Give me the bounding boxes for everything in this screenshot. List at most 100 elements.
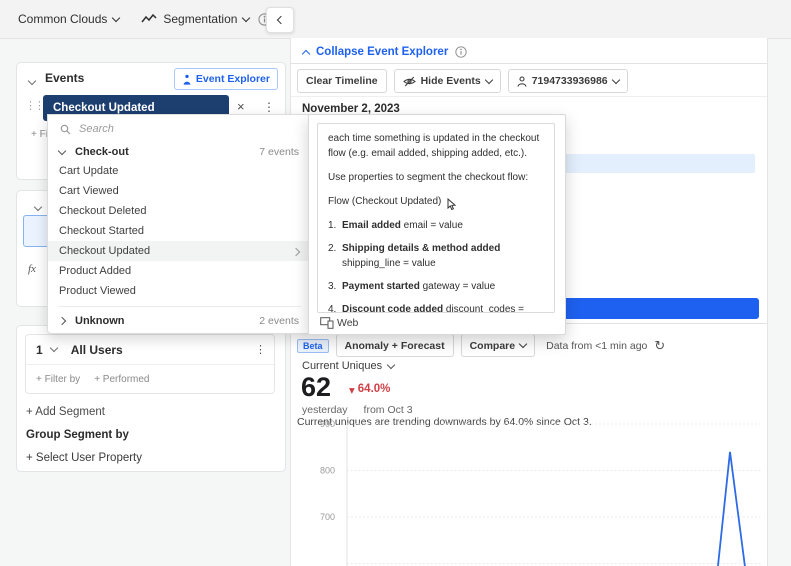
clear-timeline-button[interactable]: Clear Timeline <box>297 69 387 93</box>
svg-text:700: 700 <box>320 512 335 522</box>
chevron-down-icon <box>242 13 251 22</box>
down-triangle-icon: ▾ <box>349 385 355 397</box>
cursor-pointer-icon <box>446 198 457 211</box>
hide-events-button[interactable]: Hide Events <box>393 69 501 93</box>
metric-period-row: yesterday from Oct 3 <box>302 404 413 416</box>
dropdown-item[interactable]: Checkout Started <box>48 221 311 241</box>
uniques-chart[interactable]: 900 800 700 <box>291 420 767 566</box>
segment-header-row: 1 All Users ⋮ <box>26 335 274 365</box>
dropdown-item[interactable]: Checkout Deleted <box>48 201 311 221</box>
app-window: Common Clouds Segmentation Events Event … <box>0 0 791 566</box>
toolbar-divider <box>291 96 767 97</box>
project-name: Common Clouds <box>18 12 108 26</box>
flow-step: 2. Shipping details & method added shipp… <box>328 243 501 269</box>
value-period: yesterday <box>302 404 348 416</box>
platform-label: Web <box>337 317 359 329</box>
chevron-right-icon <box>57 316 67 326</box>
line-chart-icon <box>141 14 157 24</box>
view-switcher[interactable]: Segmentation <box>141 12 251 26</box>
collapse-sidebar-button[interactable] <box>266 7 294 33</box>
dropdown-item[interactable]: Cart Update <box>48 161 311 181</box>
svg-text:800: 800 <box>320 466 335 476</box>
platform-row: Web <box>320 317 358 329</box>
metric-label: Current Uniques <box>302 360 383 372</box>
dropdown-item-active[interactable]: Checkout Updated <box>48 241 311 261</box>
search-placeholder: Search <box>79 123 114 135</box>
metric-selector[interactable]: Current Uniques <box>302 360 396 372</box>
flow-step: 4. Discount code added discount_codes = … <box>328 304 525 313</box>
segment-kebab-menu[interactable]: ⋮ <box>255 343 266 356</box>
collapse-explorer-row: Collapse Event Explorer <box>301 46 467 58</box>
data-freshness-label: Data from <1 min ago <box>546 339 648 352</box>
metric-value: 62 <box>301 372 332 402</box>
description-paragraph: Use properties to segment the checkout f… <box>328 172 529 183</box>
beta-badge: Beta <box>297 338 329 353</box>
description-paragraph: Flow (Checkout Updated) <box>328 194 544 211</box>
timeline-toolbar: Clear Timeline Hide Events 7194733936986 <box>297 69 628 93</box>
dropdown-search[interactable]: Search <box>48 115 311 143</box>
refresh-icon[interactable]: ↻ <box>654 338 665 354</box>
chevron-down-icon <box>518 339 528 349</box>
dropdown-item[interactable]: Product Viewed <box>48 281 311 301</box>
top-bar: Common Clouds Segmentation <box>0 0 791 39</box>
explorer-person-icon <box>182 74 192 85</box>
chevron-down-icon <box>386 360 396 369</box>
event-select-dropdown: Search Check-out 7 events Cart Update Ca… <box>47 114 312 334</box>
svg-text:900: 900 <box>320 420 335 429</box>
collapse-explorer-link[interactable]: Collapse Event Explorer <box>316 46 448 58</box>
dropdown-item[interactable]: Product Added <box>48 261 311 281</box>
info-icon[interactable] <box>455 46 467 58</box>
web-devices-icon <box>320 317 334 329</box>
event-description-box: each time something is updated in the ch… <box>317 123 555 313</box>
view-name: Segmentation <box>163 12 238 26</box>
events-title: Events <box>45 71 85 85</box>
chevron-down-icon[interactable] <box>49 343 58 353</box>
segment-filter-by-link[interactable]: + Filter by <box>36 374 80 385</box>
chevron-down-icon <box>484 75 493 84</box>
unknown-label: Unknown <box>75 315 125 327</box>
collapse-events-icon[interactable] <box>27 75 37 87</box>
chevron-down-icon <box>57 146 67 155</box>
dropdown-divider <box>58 306 301 307</box>
segment-box: 1 All Users ⋮ + Filter by + Performed <box>25 334 275 394</box>
collapse-measured-icon[interactable] <box>33 201 43 213</box>
user-id-button[interactable]: 7194733936986 <box>507 69 628 93</box>
description-paragraph: each time something is updated in the ch… <box>328 133 540 159</box>
search-icon <box>60 124 71 135</box>
remove-event-button[interactable]: × <box>237 99 245 114</box>
anomaly-forecast-button[interactable]: Anomaly + Forecast <box>335 334 454 357</box>
flow-step: 3. Payment started gateway = value <box>328 281 496 292</box>
event-kebab-menu[interactable]: ⋮ <box>263 100 275 114</box>
flow-step: 1. Email added email = value <box>328 220 463 231</box>
event-description-tooltip: each time something is updated in the ch… <box>308 114 566 335</box>
chevron-up-icon <box>301 49 311 58</box>
segment-performed-link[interactable]: + Performed <box>94 374 149 385</box>
select-user-property-link[interactable]: + Select User Property <box>26 452 142 464</box>
segment-card: 1 All Users ⋮ + Filter by + Performed + … <box>16 325 286 472</box>
metric-change: ▾ 64.0% <box>349 383 390 397</box>
group-segment-by-label: Group Segment by <box>26 429 129 441</box>
eye-off-icon <box>402 76 416 87</box>
unknown-count: 2 events <box>259 315 299 327</box>
dropdown-item[interactable]: Cart Viewed <box>48 181 311 201</box>
dropdown-items: Cart Update Cart Viewed Checkout Deleted… <box>48 161 311 301</box>
chevron-down-icon <box>611 75 620 84</box>
event-explorer-button[interactable]: Event Explorer <box>173 68 278 90</box>
drag-handle[interactable]: ⋮⋮ <box>25 99 45 112</box>
project-switcher[interactable]: Common Clouds <box>18 12 121 26</box>
change-percent: 64.0% <box>357 383 391 395</box>
chart-controls-row: Beta Anomaly + Forecast Compare Data fro… <box>297 334 665 357</box>
chevron-left-icon <box>276 15 286 25</box>
segment-index: 1 <box>36 342 43 357</box>
formula-fx-button[interactable]: fx <box>28 263 36 275</box>
dropdown-group-header[interactable]: Check-out 7 events <box>48 143 311 161</box>
add-segment-link[interactable]: + Add Segment <box>26 406 105 418</box>
chevron-down-icon <box>112 13 121 22</box>
segment-name[interactable]: All Users <box>71 343 123 357</box>
compare-from: from Oct 3 <box>363 404 413 416</box>
compare-button[interactable]: Compare <box>460 334 536 357</box>
group-count: 7 events <box>259 146 299 158</box>
group-label: Check-out <box>75 146 129 158</box>
chevron-right-icon <box>291 247 301 257</box>
dropdown-unknown-group[interactable]: Unknown 2 events <box>48 309 311 333</box>
